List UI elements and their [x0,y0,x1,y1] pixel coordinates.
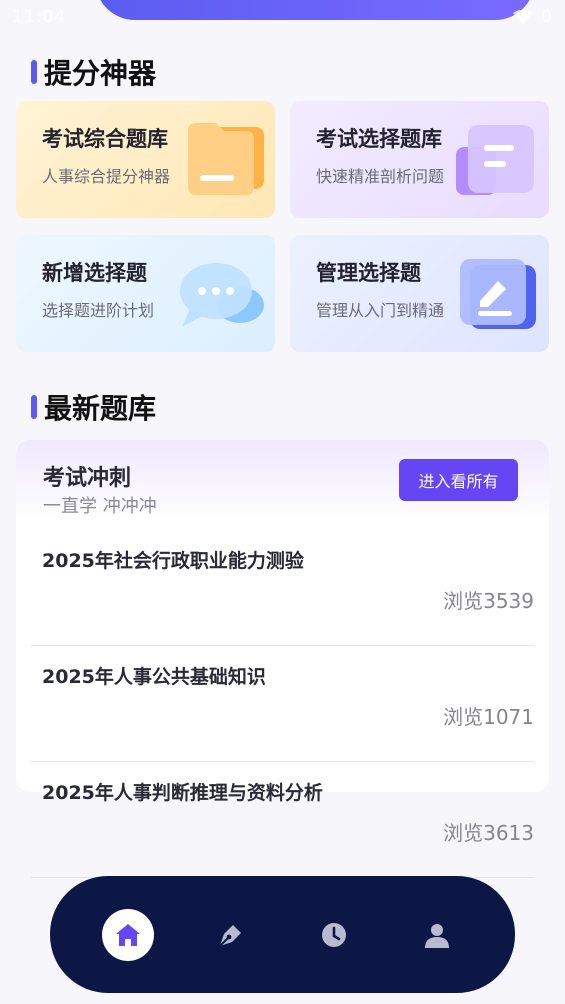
status-time: 11:04 [12,7,66,27]
exam-views: 浏览1071 [443,705,534,729]
status-bar: 11:04 0 [12,4,553,30]
exam-title: 2025年人事判断推理与资料分析 [42,782,323,804]
list-item[interactable]: 2025年社会行政职业能力测验 浏览3539 [31,530,534,646]
edit-icon [460,259,536,329]
exam-views: 浏览3539 [443,589,534,613]
exam-views: 浏览3613 [443,821,534,845]
section-latest-label: 最新题库 [44,392,157,425]
panel-title: 考试冲刺 [43,466,132,491]
list-item[interactable]: 2025年人事公共基础知识 浏览1071 [31,646,534,762]
section-title-tools: 提分神器 [31,52,156,92]
card-choice-bank[interactable]: 考试选择题库 快速精准剖析问题 [290,101,549,218]
panel-subtitle: 一直学 冲冲冲 [43,496,157,517]
clock-icon [322,922,347,947]
bottom-nav [50,876,515,993]
exam-title: 2025年人事公共基础知识 [42,666,266,688]
card-add-question[interactable]: 新增选择题 选择题进阶计划 [16,235,275,352]
nav-home[interactable] [101,908,154,961]
card-comprehensive-bank[interactable]: 考试综合题库 人事综合提分神器 [16,101,275,218]
chat-bubble-icon [180,263,264,327]
wifi-icon [513,10,534,24]
pen-icon [219,924,241,947]
section-accent-bar [31,395,37,419]
section-title-latest: 最新题库 [31,387,156,427]
exam-title: 2025年社会行政职业能力测验 [42,550,304,572]
folder-icon [188,123,264,195]
home-icon [115,923,140,946]
nav-profile[interactable] [411,909,463,961]
nav-practice[interactable] [205,909,257,961]
user-icon [425,923,450,948]
section-accent-bar [31,60,37,84]
list-item[interactable]: 2025年人事判断推理与资料分析 浏览3613 [31,762,534,878]
section-tools-label: 提分神器 [44,57,157,90]
status-icons: 0 [513,7,553,27]
card-manage-question[interactable]: 管理选择题 管理从入门到精通 [290,235,549,352]
view-all-button[interactable]: 进入看所有 [399,459,518,501]
battery-level: 0 [541,7,553,27]
document-icon [456,125,534,195]
nav-history[interactable] [308,909,360,961]
